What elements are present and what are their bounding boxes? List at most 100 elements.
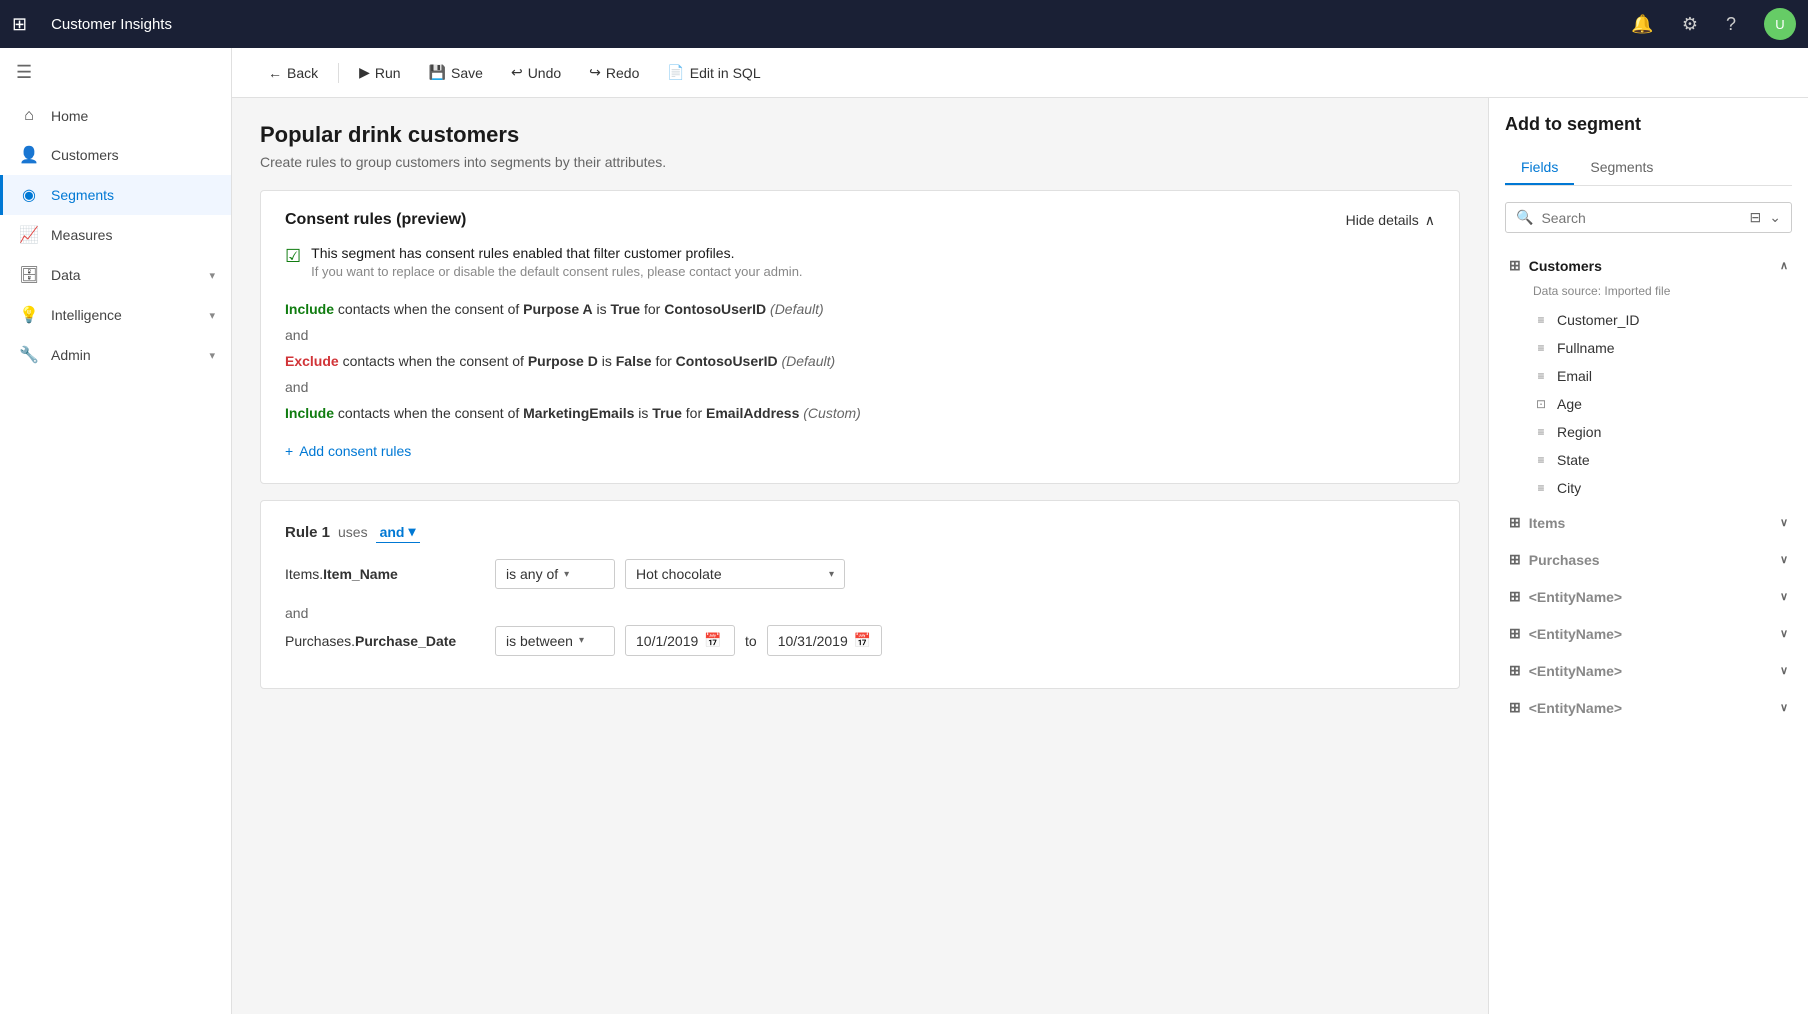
entity-table-icon-items: ⊞	[1509, 514, 1521, 531]
field-age[interactable]: ⊡ Age	[1529, 390, 1792, 418]
field-label-customer-id: Customer_ID	[1557, 312, 1639, 328]
field-region[interactable]: ≡ Region	[1529, 418, 1792, 446]
entity-header-items[interactable]: ⊞ Items ∨	[1505, 506, 1792, 539]
tab-fields-label: Fields	[1521, 159, 1558, 175]
save-button[interactable]: 💾 Save	[417, 58, 495, 87]
sort-icon[interactable]: ⌄	[1769, 209, 1781, 226]
field-customer-id[interactable]: ≡ Customer_ID	[1529, 306, 1792, 334]
field-fullname[interactable]: ≡ Fullname	[1529, 334, 1792, 362]
sidebar-label-data: Data	[51, 267, 197, 283]
entity3-expand-icon: ∨	[1780, 664, 1788, 677]
rule1-operator-label: and	[380, 524, 405, 540]
date-to-label: to	[745, 633, 757, 649]
sidebar-item-measures[interactable]: 📈 Measures	[0, 215, 231, 255]
settings-icon[interactable]: ⚙	[1682, 14, 1698, 35]
add-consent-label: Add consent rules	[299, 443, 411, 459]
entity-label-purchases: Purchases	[1529, 552, 1600, 568]
entity-label-entity1: <EntityName>	[1529, 589, 1622, 605]
sidebar-item-customers[interactable]: 👤 Customers	[0, 135, 231, 175]
field-state[interactable]: ≡ State	[1529, 446, 1792, 474]
rule1-value-dropdown-1[interactable]: Hot chocolate ▾	[625, 559, 845, 589]
consent-rules-title: Consent rules (preview)	[285, 211, 466, 229]
entity-header-purchases[interactable]: ⊞ Purchases ∨	[1505, 543, 1792, 576]
rule1-condition-arrow-1: ▾	[564, 569, 569, 580]
field-city[interactable]: ≡ City	[1529, 474, 1792, 502]
rule1-condition-dropdown-1[interactable]: is any of ▾	[495, 559, 615, 589]
redo-button[interactable]: ↪ Redo	[577, 58, 651, 87]
consent-and-1: and	[285, 323, 1435, 347]
help-icon[interactable]: ?	[1726, 14, 1736, 35]
rule1-header: Rule 1 uses and ▾	[285, 521, 1435, 543]
notification-icon[interactable]: 🔔	[1631, 14, 1653, 35]
customers-collapse-icon: ∧	[1780, 259, 1788, 272]
check-icon: ☑	[285, 246, 301, 267]
consent-rule-is-1: is	[597, 301, 611, 317]
rule1-row-2: Purchases.Purchase_Date is between ▾ 10/…	[285, 625, 1435, 656]
toolbar-separator-1	[338, 63, 339, 83]
true-2: True	[652, 405, 682, 421]
purpose-d: Purpose D	[528, 353, 598, 369]
search-input[interactable]	[1541, 210, 1741, 226]
rule1-date-to[interactable]: 10/31/2019 📅	[767, 625, 883, 656]
consent-rule-text-3: contacts when the consent of	[338, 405, 523, 421]
search-icon: 🔍	[1516, 209, 1533, 226]
main: ← Back ▶ Run 💾 Save ↩ Undo ↪ Redo 📄 Edit…	[232, 48, 1808, 1014]
entity1-expand-icon: ∨	[1780, 590, 1788, 603]
entity-header-entity1[interactable]: ⊞ <EntityName> ∨	[1505, 580, 1792, 613]
consent-rule-include-1: Include contacts when the consent of Pur…	[285, 295, 1435, 323]
plus-icon: +	[285, 443, 293, 459]
add-consent-button[interactable]: + Add consent rules	[285, 439, 411, 463]
tab-fields[interactable]: Fields	[1505, 151, 1574, 185]
field-icon-city: ≡	[1533, 481, 1549, 495]
entity-group-entity3: ⊞ <EntityName> ∨	[1505, 654, 1792, 687]
entity-header-entity3[interactable]: ⊞ <EntityName> ∨	[1505, 654, 1792, 687]
field-email[interactable]: ≡ Email	[1529, 362, 1792, 390]
back-button[interactable]: ← Back	[256, 59, 330, 87]
sidebar-item-home[interactable]: ⌂ Home	[0, 97, 231, 135]
entity-label-entity4: <EntityName>	[1529, 700, 1622, 716]
sidebar-toggle[interactable]: ☰	[0, 48, 231, 97]
right-panel-title: Add to segment	[1505, 114, 1792, 135]
rule1-condition-dropdown-2[interactable]: is between ▾	[495, 626, 615, 656]
consent-rule-exclude-1: Exclude contacts when the consent of Pur…	[285, 347, 1435, 375]
intelligence-icon: 💡	[19, 305, 39, 325]
rule1-card: Rule 1 uses and ▾ Items.Item_Name is any…	[260, 500, 1460, 689]
consent-notice-text: This segment has consent rules enabled t…	[311, 245, 802, 279]
rule1-field-name-1: Item_Name	[323, 566, 398, 582]
rule1-operator-dropdown[interactable]: and ▾	[376, 521, 420, 543]
entity-group-customers: ⊞ Customers ∧ Data source: Imported file…	[1505, 249, 1792, 502]
segments-icon: ◉	[19, 185, 39, 205]
right-tabs: Fields Segments	[1505, 151, 1792, 186]
rule1-field-1: Items.Item_Name	[285, 566, 485, 582]
entity2-expand-icon: ∨	[1780, 627, 1788, 640]
avatar[interactable]: U	[1764, 8, 1796, 40]
consent-notice-sub: If you want to replace or disable the de…	[311, 264, 802, 279]
entity-group-entity2: ⊞ <EntityName> ∨	[1505, 617, 1792, 650]
grid-icon[interactable]: ⊞	[12, 14, 27, 35]
entity-header-entity4[interactable]: ⊞ <EntityName> ∨	[1505, 691, 1792, 724]
filter-icon[interactable]: ⊟	[1750, 209, 1762, 226]
entity-header-entity2[interactable]: ⊞ <EntityName> ∨	[1505, 617, 1792, 650]
page-title: Popular drink customers	[260, 122, 1460, 148]
data-expand-icon: ▾	[209, 269, 215, 282]
entity-table-icon-purchases: ⊞	[1509, 551, 1521, 568]
rule1-date-from[interactable]: 10/1/2019 📅	[625, 625, 735, 656]
sidebar-item-data[interactable]: 🗄 Data ▾	[0, 255, 231, 295]
sidebar-item-segments[interactable]: ◉ Segments	[0, 175, 231, 215]
consent-notice: ☑ This segment has consent rules enabled…	[285, 245, 1435, 279]
undo-button[interactable]: ↩ Undo	[499, 58, 573, 87]
items-expand-icon: ∨	[1780, 516, 1788, 529]
field-label-region: Region	[1557, 424, 1601, 440]
entity-header-customers[interactable]: ⊞ Customers ∧	[1505, 249, 1792, 282]
sidebar-item-admin[interactable]: 🔧 Admin ▾	[0, 335, 231, 375]
hide-details-button[interactable]: Hide details ∧	[1346, 212, 1435, 229]
sidebar-label-home: Home	[51, 108, 215, 124]
run-button[interactable]: ▶ Run	[347, 58, 412, 87]
field-icon-email: ≡	[1533, 369, 1549, 383]
sidebar-item-intelligence[interactable]: 💡 Intelligence ▾	[0, 295, 231, 335]
edit-sql-button[interactable]: 📄 Edit in SQL	[655, 58, 772, 87]
purpose-a: Purpose A	[523, 301, 593, 317]
sidebar-label-admin: Admin	[51, 347, 197, 363]
save-icon: 💾	[429, 64, 446, 81]
tab-segments[interactable]: Segments	[1574, 151, 1669, 185]
